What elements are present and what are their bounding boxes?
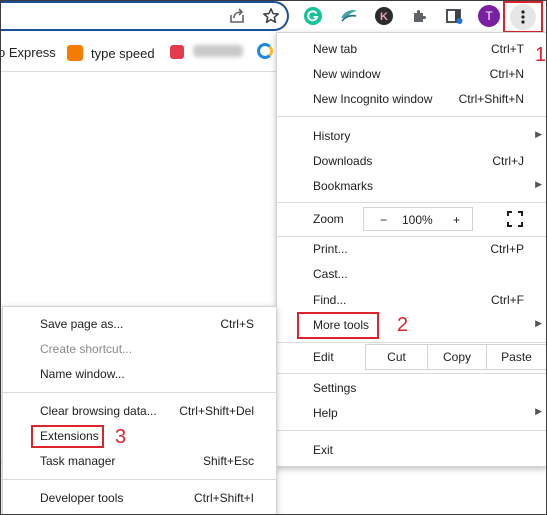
submenu-item-create-shortcut[interactable]: Create shortcut... <box>3 337 276 361</box>
profile-avatar[interactable]: T <box>478 5 500 27</box>
submenu-arrow-icon: ▶ <box>535 318 542 328</box>
menu-separator <box>277 373 546 374</box>
side-panel-icon[interactable] <box>444 6 464 26</box>
grammarly-extension-icon[interactable] <box>303 6 323 26</box>
menu-separator <box>277 116 546 117</box>
bookmark-todo[interactable] <box>170 45 184 59</box>
chrome-main-menu: New tab Ctrl+T New window Ctrl+N New Incog… <box>276 32 547 467</box>
menu-item-new-tab[interactable]: New tab Ctrl+T <box>277 37 546 61</box>
copy-button[interactable]: Copy <box>427 344 486 370</box>
submenu-separator <box>3 392 276 393</box>
bookmark-edge-icon[interactable] <box>257 43 273 59</box>
menu-separator <box>277 202 546 203</box>
highlight-more-tools <box>297 312 379 339</box>
checklist-icon <box>170 45 184 59</box>
annotation-step-3: 3 <box>115 426 127 448</box>
submenu-item-clear-browsing-data[interactable]: Clear browsing data... Ctrl+Shift+Del <box>3 399 276 423</box>
bookmark-blurred[interactable] <box>193 45 243 57</box>
submenu-arrow-icon: ▶ <box>535 129 542 139</box>
speech-bubble-icon <box>67 45 83 61</box>
menu-item-bookmarks[interactable]: Bookmarks ▶ <box>277 174 546 198</box>
zoom-level: 100% <box>402 213 433 227</box>
submenu-arrow-icon: ▶ <box>535 406 542 416</box>
cut-button[interactable]: Cut <box>365 344 427 370</box>
menu-edit-row: Edit Cut Copy Paste <box>277 344 546 370</box>
extensions-puzzle-icon[interactable] <box>410 6 430 26</box>
menu-separator <box>277 430 546 431</box>
menu-item-exit[interactable]: Exit <box>277 438 546 462</box>
share-icon[interactable] <box>227 6 247 26</box>
menu-item-help[interactable]: Help ▶ <box>277 401 546 425</box>
menu-item-print[interactable]: Print... Ctrl+P <box>277 237 546 261</box>
chrome-menu-button[interactable] <box>503 1 543 33</box>
submenu-item-developer-tools[interactable]: Developer tools Ctrl+Shift+I <box>3 486 276 510</box>
menu-item-cast[interactable]: Cast... <box>277 262 546 286</box>
zoom-label: Zoom <box>313 212 344 226</box>
fullscreen-icon[interactable] <box>507 211 523 227</box>
menu-item-history[interactable]: History ▶ <box>277 124 546 148</box>
k-extension-icon[interactable]: K <box>374 6 394 26</box>
more-tools-submenu: Save page as... Ctrl+S Create shortcut...… <box>2 306 277 515</box>
submenu-arrow-icon: ▶ <box>535 179 542 189</box>
menu-item-find[interactable]: Find... Ctrl+F <box>277 288 546 312</box>
zoom-out-button[interactable]: − <box>380 213 387 227</box>
svg-text:K: K <box>380 11 388 23</box>
paste-button[interactable]: Paste <box>486 344 546 370</box>
menu-separator <box>277 342 546 343</box>
zoom-controls: − 100% + <box>363 207 473 231</box>
submenu-separator <box>3 479 276 480</box>
zoom-in-button[interactable]: + <box>453 213 460 227</box>
menu-item-settings[interactable]: Settings <box>277 376 546 400</box>
edit-label: Edit <box>313 350 334 364</box>
annotation-step-2: 2 <box>397 314 409 336</box>
bird-extension-icon[interactable] <box>339 6 359 26</box>
more-vertical-icon <box>510 4 536 30</box>
highlight-extensions <box>31 425 104 448</box>
menu-item-new-incognito[interactable]: New Incognito window Ctrl+Shift+N <box>277 87 546 111</box>
annotation-step-1: 1 <box>535 44 547 66</box>
star-icon[interactable] <box>261 6 281 26</box>
submenu-item-task-manager[interactable]: Task manager Shift+Esc <box>3 449 276 473</box>
menu-item-downloads[interactable]: Downloads Ctrl+J <box>277 149 546 173</box>
submenu-item-save-page[interactable]: Save page as... Ctrl+S <box>3 312 276 336</box>
menu-zoom-row: Zoom − 100% + <box>277 207 546 231</box>
bookmark-type-speed[interactable]: type speed <box>67 45 155 61</box>
bookmark-express[interactable]: o Express <box>0 45 56 60</box>
submenu-item-name-window[interactable]: Name window... <box>3 362 276 386</box>
browser-toolbar: K T <box>0 0 547 33</box>
menu-item-new-window[interactable]: New window Ctrl+N <box>277 62 546 86</box>
